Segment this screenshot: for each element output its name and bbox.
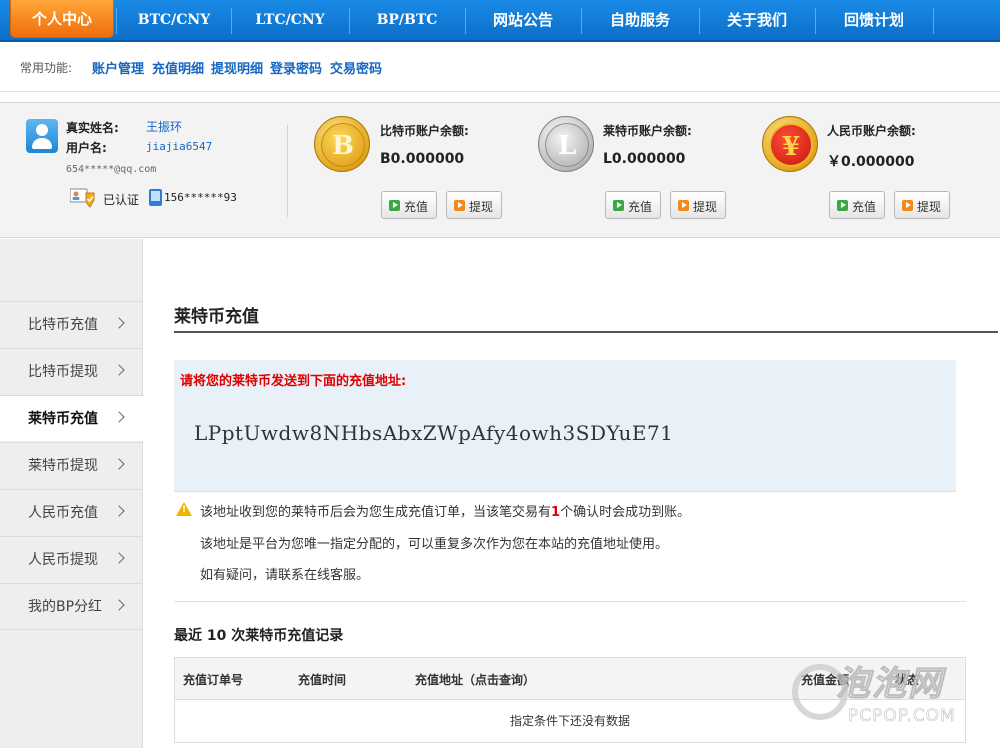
address-prompt: 请将您的莱特币发送到下面的充值地址: [180,374,407,389]
nav-announcements[interactable]: 网站公告 [466,0,580,40]
ltc-balance-value: L0.000000 [603,151,686,167]
chevron-right-icon [113,458,125,470]
play-icon [613,200,624,211]
top-nav: 个人中心 BTC/CNY LTC/CNY BP/BTC 网站公告 自助服务 关于… [0,0,1000,42]
cny-balance-value: ￥0.000000 [827,154,915,170]
sidebar-item-ltc-deposit[interactable]: 莱特币充值 [0,395,144,441]
litecoin-coin-icon: L [538,116,594,172]
warning-icon: ! [176,502,192,516]
watermark-text: 泡泡网 [836,664,944,705]
panel-divider [287,125,288,217]
play-icon [902,200,913,211]
col-deposit-time: 充值时间 [298,673,347,687]
page: 个人中心 BTC/CNY LTC/CNY BP/BTC 网站公告 自助服务 关于… [0,0,1000,748]
user-avatar-icon [26,119,58,153]
ltc-balance-label: 莱特币账户余额: [603,124,692,138]
btc-deposit-button[interactable]: 充值 [381,191,437,219]
watermark-logo: 泡泡网 PCPOP.COM [792,656,992,740]
col-deposit-address: 充值地址（点击查询） [415,673,536,687]
link-withdraw-details[interactable]: 提现明细 [211,58,263,77]
real-name-label: 真实姓名: [66,121,119,135]
note-confirmations: 该地址收到您的莱特币后会为您生成充值订单，当该笔交易有1个确认时会成功到账。 [200,505,691,520]
nav-self-service[interactable]: 自助服务 [582,0,698,40]
sidebar-item-bp-dividend[interactable]: 我的BP分红 [0,583,143,629]
link-deposit-details[interactable]: 充值明细 [152,58,204,77]
cny-balance-label: 人民币账户余额: [827,124,916,138]
sidebar-item-btc-withdraw[interactable]: 比特币提现 [0,348,143,394]
deposit-address[interactable]: LPptUwdw8NHbsAbxZWpAfy4owh3SDYuE71 [194,421,673,445]
watermark-subtext: PCPOP.COM [848,706,956,727]
nav-personal-center[interactable]: 个人中心 [10,0,114,38]
play-icon [837,200,848,211]
chevron-right-icon [113,364,125,376]
play-icon [389,200,400,211]
common-functions-bar: 常用功能: 账户管理 充值明细 提现明细 登录密码 交易密码 [0,44,1000,92]
chevron-right-icon [113,599,125,611]
sidebar-divider [0,629,143,630]
real-name-value: 王振环 [146,120,183,134]
username-label: 用户名: [66,141,107,155]
sidebar-item-cny-withdraw[interactable]: 人民币提现 [0,536,143,582]
section-divider [174,601,966,602]
ltc-deposit-button[interactable]: 充值 [605,191,661,219]
col-order-id: 充值订单号 [183,673,244,687]
note-unique-address: 该地址是平台为您唯一指定分配的，可以重复多次作为您在本站的充值地址使用。 [200,537,669,552]
username-value: jiajia6547 [146,140,213,153]
link-account-management[interactable]: 账户管理 [92,58,144,77]
sidebar-item-cny-deposit[interactable]: 人民币充值 [0,489,143,535]
yuan-coin-icon: ¥ [762,116,818,172]
link-login-password[interactable]: 登录密码 [270,58,322,77]
cny-deposit-button[interactable]: 充值 [829,191,885,219]
chevron-right-icon [113,505,125,517]
link-trade-password[interactable]: 交易密码 [330,58,382,77]
btc-balance-value: B0.000000 [380,151,465,167]
common-functions-label: 常用功能: [20,61,73,75]
bitcoin-coin-icon: B [314,116,370,172]
nav-separator [933,8,934,34]
play-icon [678,200,689,211]
id-verified-icon [70,188,95,208]
sidebar: 比特币充值 比特币提现 莱特币充值 莱特币提现 人民币充值 人民币提现 我的BP… [0,239,144,748]
email-value: 654*****@qq.com [66,164,157,175]
nav-ltc-cny[interactable]: LTC/CNY [232,0,348,40]
note-contact-support: 如有疑问，请联系在线客服。 [200,568,370,583]
btc-balance-label: 比特币账户余额: [380,124,469,138]
play-icon [454,200,465,211]
nav-about-us[interactable]: 关于我们 [700,0,814,40]
chevron-right-icon [113,552,125,564]
btc-withdraw-button[interactable]: 提现 [446,191,502,219]
sidebar-item-btc-deposit[interactable]: 比特币充值 [0,301,143,347]
phone-value: 156******93 [164,191,237,204]
nav-rewards-plan[interactable]: 回馈计划 [816,0,932,40]
nav-bp-btc[interactable]: BP/BTC [350,0,464,40]
records-title: 最近 10 次莱特币充值记录 [174,628,344,644]
nav-separator [116,8,117,34]
cny-withdraw-button[interactable]: 提现 [894,191,950,219]
nav-btc-cny[interactable]: BTC/CNY [118,0,230,40]
title-rule [174,331,998,333]
verified-status: 已认证 [103,193,140,207]
phone-icon [149,189,162,206]
chevron-right-icon [113,411,125,423]
chevron-right-icon [113,317,125,329]
ltc-withdraw-button[interactable]: 提现 [670,191,726,219]
page-title: 莱特币充值 [174,307,259,327]
sidebar-item-ltc-withdraw[interactable]: 莱特币提现 [0,442,143,488]
account-panel: 真实姓名: 王振环 用户名: jiajia6547 654*****@qq.co… [0,102,1000,238]
